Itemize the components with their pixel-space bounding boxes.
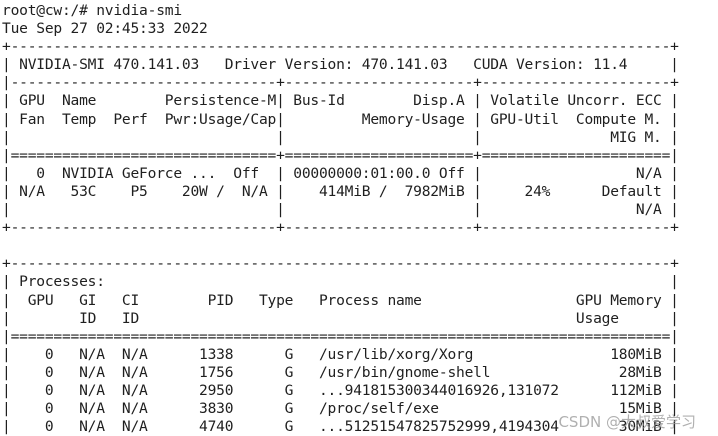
terminal-output: root@cw:/# nvidia-smi Tue Sep 27 02:45:33…: [0, 0, 718, 436]
terminal-line: | 0 N/A N/A 1756 G /usr/bin/gnome-shell …: [2, 363, 679, 381]
terminal-line: |=======================================…: [2, 327, 679, 345]
terminal-line: | Processes: |: [2, 273, 679, 291]
command-prompt-line: root@cw:/# nvidia-smi: [2, 2, 182, 19]
terminal-line: | 0 NVIDIA GeForce ... Off | 00000000:01…: [2, 164, 679, 182]
terminal-line: Tue Sep 27 02:45:33 2022: [2, 20, 208, 38]
terminal-line: | NVIDIA-SMI 470.141.03 Driver Version: …: [2, 56, 679, 74]
terminal-line: |===============================+=======…: [2, 146, 679, 164]
csdn-watermark: CSDN @大叔爱学习: [558, 413, 696, 431]
terminal-line: | GPU GI CI PID Type Process name GPU Me…: [2, 291, 679, 309]
terminal-line: | ID ID Usage |: [2, 309, 679, 327]
terminal-line: | | | N/A |: [2, 201, 679, 219]
terminal-line: +---------------------------------------…: [2, 38, 679, 56]
terminal-line: | 0 N/A N/A 2950 G ...941815300344016926…: [2, 381, 679, 399]
terminal-line: | Fan Temp Perf Pwr:Usage/Cap| Memory-Us…: [2, 110, 679, 128]
terminal-line: | | | MIG M. |: [2, 128, 679, 146]
terminal-line: +---------------------------------------…: [2, 255, 679, 273]
terminal-line: |-------------------------------+-------…: [2, 74, 679, 92]
terminal-line: | N/A 53C P5 20W / N/A | 414MiB / 7982Mi…: [2, 182, 679, 200]
terminal-line: +-------------------------------+-------…: [2, 219, 679, 237]
terminal-line: | 0 N/A N/A 1338 G /usr/lib/xorg/Xorg 18…: [2, 345, 679, 363]
terminal-line: | GPU Name Persistence-M| Bus-Id Disp.A …: [2, 92, 679, 110]
terminal-window[interactable]: root@cw:/# nvidia-smi Tue Sep 27 02:45:33…: [0, 0, 718, 436]
